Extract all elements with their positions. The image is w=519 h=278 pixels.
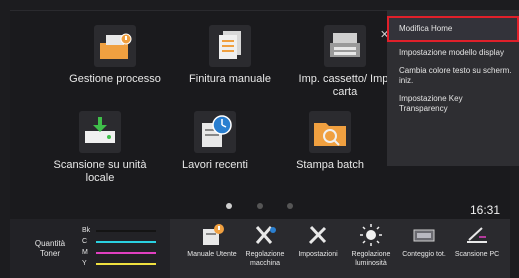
taskbar-button-label: Impostazioni — [298, 251, 338, 258]
page-indicator — [0, 196, 519, 214]
app-label: Gestione processo — [69, 73, 161, 85]
taskbar-button-label: Regolazione luminosità — [351, 251, 391, 267]
page-dot[interactable] — [286, 203, 293, 209]
clock: 16:31 — [470, 203, 501, 217]
settings-tools-icon — [305, 223, 331, 247]
brightness-button[interactable]: Regolazione luminosità — [345, 223, 397, 275]
app-label: Lavori recenti — [181, 159, 249, 171]
taskbar-button-label: Conteggio tot. — [402, 251, 446, 258]
user-manual-button[interactable]: Manuale Utente — [186, 223, 238, 275]
page-dot[interactable] — [226, 203, 233, 209]
app-label: Scansione su unità locale — [53, 159, 147, 184]
machine-adjustment-button[interactable]: Regolazione macchina — [239, 223, 291, 275]
device-screen: Gestione processo Finitura manuale Imp. … — [0, 0, 519, 278]
app-manual-finishing[interactable]: Finitura manuale — [170, 25, 290, 111]
taskbar-button-label: Scansione PC — [454, 251, 500, 258]
toner-bar-m — [96, 252, 156, 254]
toner-bar-y — [96, 263, 156, 265]
recent-jobs-icon — [194, 111, 236, 153]
pc-scan-icon — [464, 223, 490, 247]
user-manual-icon — [199, 223, 225, 247]
toner-channel-name: M — [82, 249, 88, 256]
taskbar-button-label: Regolazione macchina — [245, 251, 285, 267]
toner-channel-name: C — [82, 238, 88, 245]
brightness-icon — [358, 223, 384, 247]
menu-item-display-pattern[interactable]: Impostazione modello display — [387, 44, 519, 62]
tray-paper-settings-icon — [324, 25, 366, 67]
app-job-management[interactable]: Gestione processo — [55, 25, 175, 111]
toner-channel-name: Bk — [82, 227, 91, 234]
home-options-menu: Modifica Home Impostazione modello displ… — [387, 10, 519, 166]
settings-button[interactable]: Impostazioni — [292, 223, 344, 275]
page-dot[interactable] — [256, 203, 263, 209]
app-label: Stampa batch — [296, 159, 364, 171]
toner-bar-bk — [96, 230, 156, 232]
toner-bar-c — [96, 241, 156, 243]
pc-scan-button[interactable]: Scansione PC — [451, 223, 503, 275]
app-recent-jobs[interactable]: Lavori recenti — [155, 111, 275, 197]
job-management-icon — [94, 25, 136, 67]
toner-channel-name: Y — [82, 260, 87, 267]
bottom-taskbar: Quantità Toner Bk C M Y Manuale Utente R… — [10, 219, 510, 278]
total-count-icon — [411, 223, 437, 247]
menu-item-modifica-home[interactable]: Modifica Home — [387, 16, 519, 42]
machine-adjustment-icon — [252, 223, 278, 247]
app-scan-to-local-drive[interactable]: Scansione su unità locale — [40, 111, 160, 197]
app-label: Finitura manuale — [189, 73, 271, 85]
menu-item-key-transparency[interactable]: Impostazione Key Transparency — [387, 90, 519, 118]
menu-item-text-color[interactable]: Cambia colore testo su scherm. iniz. — [387, 62, 519, 90]
toner-label: Quantità Toner — [34, 239, 66, 258]
manual-finishing-icon — [209, 25, 251, 67]
taskbar-button-label: Manuale Utente — [187, 251, 237, 258]
batch-print-icon — [309, 111, 351, 153]
toner-quantity-panel: Quantità Toner Bk C M Y — [10, 219, 170, 278]
scan-to-local-drive-icon — [79, 111, 121, 153]
total-count-button[interactable]: Conteggio tot. — [398, 223, 450, 275]
app-batch-print[interactable]: Stampa batch — [270, 111, 390, 197]
